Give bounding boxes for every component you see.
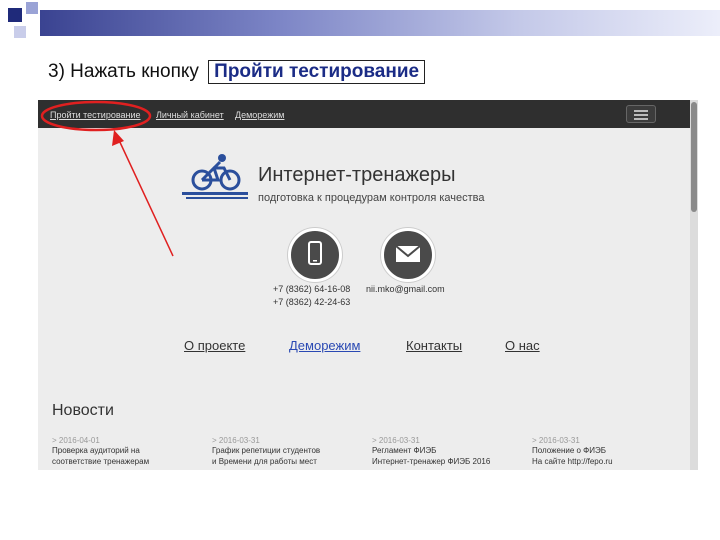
nav-demo-mode[interactable]: Деморежим (235, 110, 284, 120)
news-date: > 2016-04-01 (52, 436, 100, 445)
news-text: На сайте http://fepo.ru (532, 457, 613, 466)
mail-icon (381, 228, 435, 282)
contact-phone: +7 (8362) 42-24-63 (273, 297, 351, 307)
top-navbar: Пройти тестирование Личный кабинет Демор… (38, 100, 690, 128)
instruction-prefix: 3) Нажать кнопку (48, 61, 199, 82)
news-text: Проверка аудиторий на (52, 446, 140, 455)
news-text: соответствие тренажерам (52, 457, 150, 466)
news-text: и Времени для работы мест (212, 457, 317, 466)
link-about-us[interactable]: О нас (505, 338, 540, 353)
nav-take-test[interactable]: Пройти тестирование (50, 110, 141, 120)
decor-square (8, 8, 22, 22)
news-text: Положение о ФИЭБ (532, 446, 607, 455)
decor-square (26, 2, 38, 14)
scrollbar-thumb[interactable] (691, 102, 697, 212)
news-text: График репетиции студентов (212, 446, 321, 455)
news-item[interactable]: > 2016-03-31 Регламент ФИЭБ Интернет-тре… (372, 436, 512, 467)
decor-square (14, 26, 26, 38)
news-date: > 2016-03-31 (372, 436, 420, 445)
news-heading: Новости (52, 402, 114, 419)
contact-phone: +7 (8362) 64-16-08 (273, 284, 351, 294)
nav-personal-account[interactable]: Личный кабинет (156, 110, 224, 120)
slide: 3) Нажать кнопку Пройти тестирование Про… (0, 0, 720, 540)
site-tagline: подготовка к процедурам контроля качеств… (258, 192, 485, 204)
hamburger-menu-icon[interactable] (626, 105, 656, 123)
instruction-text: 3) Нажать кнопку Пройти тестирование (48, 60, 426, 84)
news-date: > 2016-03-31 (532, 436, 580, 445)
site-title: Интернет-тренажеры (258, 164, 456, 186)
website-screenshot: Пройти тестирование Личный кабинет Демор… (38, 100, 698, 470)
scrollbar[interactable] (690, 100, 698, 470)
link-about[interactable]: О проекте (184, 338, 245, 353)
link-demo[interactable]: Деморежим (289, 338, 360, 353)
news-item[interactable]: > 2016-03-31 График репетиции студентов … (212, 436, 352, 467)
decor-band (40, 10, 720, 36)
news-item[interactable]: > 2016-03-31 Положение о ФИЭБ На сайте h… (532, 436, 672, 467)
phone-icon (288, 228, 342, 282)
news-item[interactable]: > 2016-04-01 Проверка аудиторий на соотв… (52, 436, 192, 467)
contact-email[interactable]: nii.mko@gmail.com (366, 284, 445, 294)
link-contacts[interactable]: Контакты (406, 338, 462, 353)
news-text: Интернет-тренажер ФИЭБ 2016 (372, 457, 491, 466)
cyclist-logo-icon (182, 154, 248, 199)
news-date: > 2016-03-31 (212, 436, 260, 445)
instruction-button-label: Пройти тестирование (208, 60, 426, 84)
news-text: Регламент ФИЭБ (372, 446, 437, 455)
